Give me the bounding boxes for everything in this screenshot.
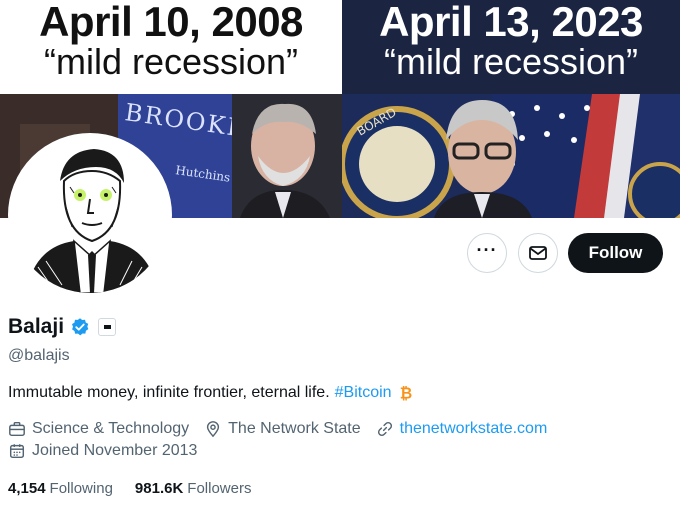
banner-right-quote: “mild recession” — [383, 41, 639, 82]
profile-name: Balaji — [8, 315, 65, 338]
profile-name-row: Balaji — [8, 315, 117, 339]
banner-left-quote: “mild recession” — [43, 41, 299, 82]
calendar-icon — [9, 444, 25, 459]
following-link[interactable]: 4,154 Following — [8, 480, 113, 497]
link-icon — [377, 421, 392, 437]
follow-button[interactable]: Follow — [568, 233, 663, 273]
banner-left-date: April 10, 2008 — [39, 0, 303, 45]
affiliate-badge-icon[interactable] — [98, 318, 117, 336]
bio-text: Immutable money, infinite frontier, eter… — [8, 384, 330, 401]
location-pin-icon — [207, 421, 220, 438]
location-label: The Network State — [228, 420, 361, 437]
followers-label: Followers — [187, 480, 252, 497]
following-count: 4,154 — [8, 480, 46, 497]
banner-photo-right: BOARD — [342, 94, 680, 218]
profile-joined-row: Joined November 2013 — [8, 442, 212, 460]
bio-hashtag-link[interactable]: #Bitcoin — [335, 384, 392, 402]
mail-icon — [529, 246, 547, 260]
more-icon: ··· — [476, 240, 498, 260]
followers-count: 981.6K — [134, 480, 184, 497]
verified-badge-icon[interactable] — [70, 317, 90, 337]
joined-label: Joined November 2013 — [32, 442, 198, 459]
website-link[interactable]: thenetworkstate.com — [400, 420, 548, 438]
profile-stats: 4,154 Following 981.6K Followers — [8, 480, 273, 497]
profile-location: The Network State — [204, 420, 361, 438]
profile-category: Science & Technology — [8, 420, 189, 438]
avatar[interactable] — [8, 133, 172, 297]
banner-photo-right-scene: BOARD — [342, 94, 680, 218]
banner-right-date: April 13, 2023 — [379, 0, 643, 45]
svg-text:₿: ₿ — [399, 384, 411, 402]
briefcase-icon — [9, 421, 25, 437]
profile-meta-row: Science & Technology The Network State t… — [8, 420, 562, 438]
bitcoin-icon: ₿ — [399, 384, 411, 402]
more-button[interactable]: ··· — [467, 233, 507, 273]
profile-joined: Joined November 2013 — [8, 442, 197, 460]
category-label: Science & Technology — [32, 420, 190, 437]
avatar-illustration — [12, 137, 168, 293]
message-button[interactable] — [518, 233, 558, 273]
profile-handle: @balajis — [8, 347, 70, 364]
following-label: Following — [49, 480, 113, 497]
profile-website[interactable]: thenetworkstate.com — [376, 420, 548, 438]
followers-link[interactable]: 981.6K Followers — [135, 480, 252, 497]
profile-bio: Immutable money, infinite frontier, eter… — [8, 384, 415, 402]
